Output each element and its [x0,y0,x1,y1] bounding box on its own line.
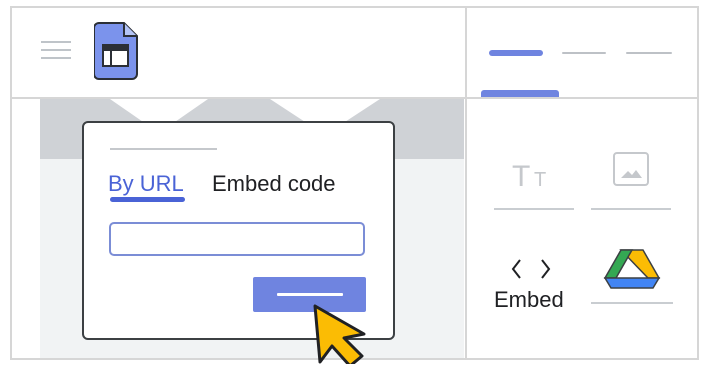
tab-insert[interactable] [489,50,543,56]
svg-text:T: T [512,160,530,190]
tab-by-url[interactable]: By URL [108,171,184,197]
cursor-pointer-icon [313,304,366,364]
tab-themes[interactable] [626,52,672,54]
sidebar-divider [465,6,467,360]
tab-embed-code[interactable]: Embed code [212,171,336,197]
menu-icon[interactable] [41,41,71,59]
svg-text:T: T [534,169,546,190]
sites-logo-icon [93,22,138,80]
url-input[interactable] [109,222,365,256]
insert-drive[interactable] [591,246,673,306]
active-tab-indicator [481,90,559,97]
insert-text-box[interactable]: T T [494,150,574,212]
insert-image[interactable] [591,150,671,212]
text-box-icon: T T [512,160,546,193]
drive-icon [603,249,661,289]
dialog-title-placeholder [110,148,217,150]
tab-pages[interactable] [562,52,606,54]
image-icon [613,152,649,186]
by-url-active-indicator [110,197,185,202]
embed-label: Embed [494,287,564,312]
embed-code-icon [511,259,551,279]
